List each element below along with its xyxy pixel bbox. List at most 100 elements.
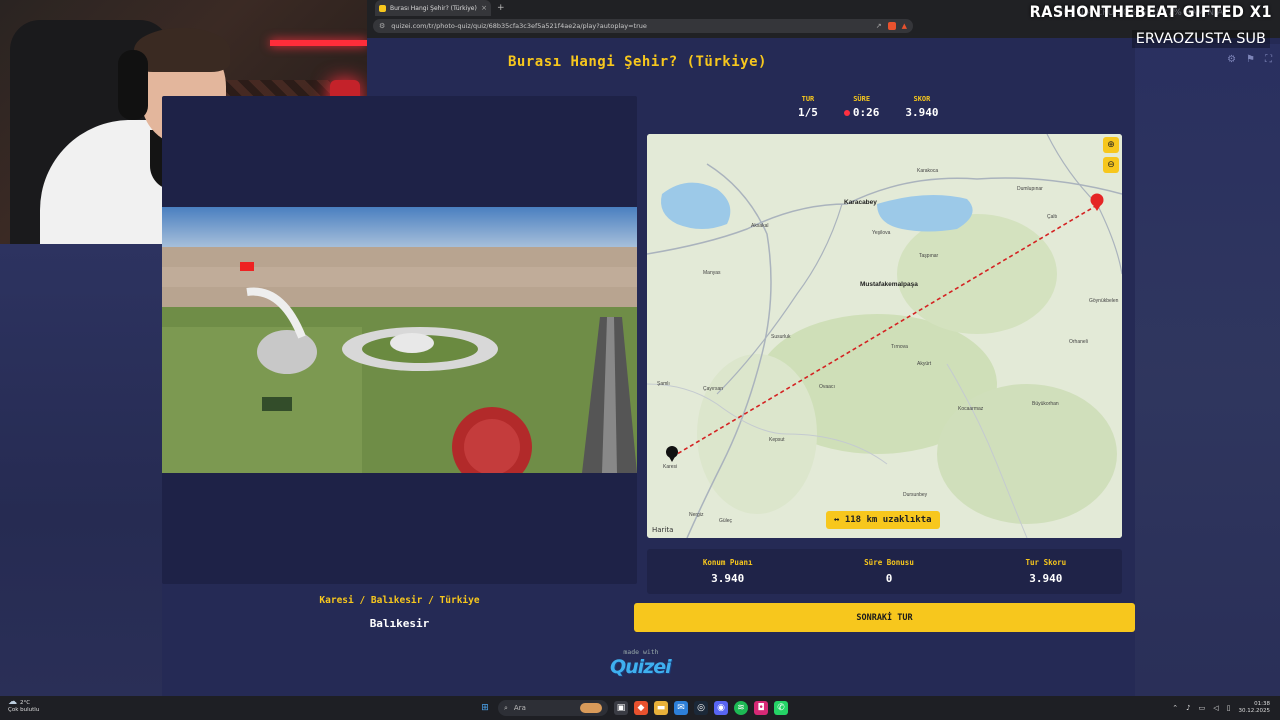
- map-label-manyas: Manyas: [703, 270, 721, 276]
- address-bar[interactable]: ⚙ quizei.com/tr/photo-quiz/quiz/68b35cfa…: [373, 19, 913, 33]
- aerial-city-image: [162, 207, 637, 473]
- file-explorer-icon[interactable]: ▬: [654, 701, 668, 715]
- brave-shield-icon[interactable]: [887, 22, 896, 30]
- score-label: Konum Puanı: [702, 558, 753, 567]
- clock-date: 30.12.2025: [1238, 708, 1271, 714]
- volume-icon[interactable]: ◁: [1213, 704, 1218, 712]
- map-label-aksakal: Aksakal: [751, 223, 769, 229]
- stat-time: SÜRE 0:26: [843, 95, 880, 119]
- stat-value: 1/5: [798, 106, 818, 119]
- share-icon[interactable]: ↗: [876, 22, 882, 30]
- toolbar-icons: ⚙ ⚑ ⛶: [1227, 54, 1272, 65]
- score-label: Süre Bonusu: [864, 558, 914, 567]
- windows-start-icon[interactable]: ⊞: [478, 701, 492, 715]
- map-canvas[interactable]: Karacabey Mustafakemalpaşa Karakoca Duml…: [647, 134, 1122, 538]
- location-breadcrumb: Karesi / Balıkesir / Türkiye: [319, 595, 480, 606]
- score-item-round: Tur Skoru 3.940: [1026, 558, 1067, 585]
- url-text[interactable]: quizei.com/tr/photo-quiz/quiz/68b35cfa3c…: [391, 22, 869, 30]
- stat-value-wrap: 1/5: [798, 106, 818, 119]
- report-flag-icon[interactable]: ⚑: [1246, 54, 1255, 65]
- timer-icon: [843, 109, 850, 116]
- new-tab-button[interactable]: +: [497, 3, 505, 13]
- stat-score: SKOR 3.940: [905, 95, 938, 119]
- map-label-buyukorhan: Büyükorhan: [1032, 401, 1059, 407]
- result-map[interactable]: Karacabey Mustafakemalpaşa Karakoca Duml…: [647, 134, 1122, 538]
- score-value: 0: [885, 572, 893, 585]
- stat-value-wrap: 3.940: [905, 106, 938, 119]
- spotify-icon[interactable]: ≋: [734, 701, 748, 715]
- distance-badge: ↔ 118 km uzaklıkta: [826, 511, 940, 529]
- map-label-ovaaci: Ovaacı: [819, 384, 835, 390]
- map-label-goynukbelen: Göynükbelen: [1089, 298, 1119, 304]
- page-title: Burası Hangi Şehir? (Türkiye): [508, 54, 767, 70]
- score-item-time-bonus: Süre Bonusu 0: [864, 558, 914, 585]
- stat-label: SÜRE: [853, 95, 871, 103]
- map-label-kepsut: Kepsut: [769, 437, 785, 443]
- battery-icon[interactable]: ▯: [1227, 704, 1231, 712]
- taskbar-search[interactable]: ⌕ Ara: [498, 700, 608, 716]
- quizei-logo[interactable]: Quizei: [610, 656, 672, 678]
- map-label-mustafakemalpasa: Mustafakemalpaşa: [860, 281, 918, 288]
- stat-value: 3.940: [905, 106, 939, 119]
- rewards-icon[interactable]: ▲: [902, 22, 907, 30]
- taskbar: ☁ 2°C Çok bulutlu ⊞ ⌕ Ara ▣ ◆ ▬ ✉ ◎ ◉ ≋ ◘…: [0, 696, 1280, 720]
- location-city: Balıkesir: [369, 617, 430, 630]
- close-tab-icon[interactable]: ×: [481, 4, 487, 12]
- streamer-hair: [134, 28, 230, 72]
- map-label-samli: Şamlı: [657, 381, 670, 387]
- stat-value: 0:26: [852, 106, 880, 119]
- clock-time: 01:38: [1254, 701, 1270, 707]
- search-placeholder: Ara: [513, 704, 526, 712]
- map-label-calti: Çaltı: [1047, 214, 1057, 220]
- mic-icon[interactable]: ♪: [1186, 704, 1190, 712]
- chevron-up-icon[interactable]: ⌃: [1172, 704, 1178, 712]
- city-photo: [162, 207, 637, 473]
- mail-icon[interactable]: ✉: [674, 701, 688, 715]
- map-label-gulec: Güleç: [719, 518, 733, 524]
- weather-widget[interactable]: ☁ 2°C Çok bulutlu: [8, 698, 39, 714]
- search-icon: ⌕: [504, 703, 508, 712]
- score-value: 3.940: [1029, 572, 1063, 585]
- fullscreen-icon[interactable]: ⛶: [1265, 54, 1272, 65]
- stat-label: TUR: [801, 95, 815, 103]
- site-info-icon[interactable]: ⚙: [379, 22, 385, 30]
- score-item-location: Konum Puanı 3.940: [703, 558, 753, 585]
- score-value: 3.940: [711, 572, 745, 585]
- led-strip: [270, 40, 367, 46]
- stream-sub-alert: ERVAOZUSTA SUB: [1131, 30, 1270, 48]
- map-label-nergiz: Nergiz: [689, 512, 704, 518]
- whatsapp-icon[interactable]: ✆: [774, 701, 788, 715]
- stat-value-wrap: 0:26: [843, 106, 880, 119]
- map-label-karesi: Karesi: [663, 464, 677, 470]
- map-label-kocaarmaz: Kocaarmaz: [958, 406, 984, 412]
- instagram-icon[interactable]: ◘: [754, 701, 768, 715]
- made-with-label: made with: [623, 648, 659, 656]
- zoom-out-icon[interactable]: ⊖: [1103, 157, 1119, 173]
- stat-label: SKOR: [913, 95, 931, 103]
- browser-tab[interactable]: Burası Hangi Şehir? (Türkiye) - Q ×: [375, 0, 491, 16]
- search-highlight-icon: [580, 703, 602, 713]
- zoom-in-icon[interactable]: ⊕: [1103, 137, 1119, 153]
- system-tray: ⌃ ♪ ▭ ◁ ▯ 01:38 30.12.2025: [1172, 701, 1270, 715]
- map-label-yesilova: Yeşilova: [872, 230, 891, 236]
- headset-icon: [118, 50, 148, 120]
- score-breakdown: Konum Puanı 3.940 Süre Bonusu 0 Tur Skor…: [647, 549, 1122, 594]
- next-round-button[interactable]: SONRAKİ TUR: [634, 603, 1135, 632]
- clock[interactable]: 01:38 30.12.2025: [1239, 701, 1271, 715]
- score-label: Tur Skoru: [1025, 558, 1067, 567]
- stream-names: RASHONTHEBEAT GIFTED X1: [1029, 2, 1272, 21]
- settings-icon[interactable]: ⚙: [1227, 54, 1236, 65]
- steam-icon[interactable]: ◎: [694, 701, 708, 715]
- task-view-icon[interactable]: ▣: [614, 701, 628, 715]
- map-label-cayirsan: Çayırsan: [703, 386, 723, 392]
- discord-icon[interactable]: ◉: [714, 701, 728, 715]
- background-left: [0, 244, 162, 696]
- brave-browser-icon[interactable]: ◆: [634, 701, 648, 715]
- map-label-dursunbey: Dursunbey: [903, 492, 928, 498]
- tab-title: Burası Hangi Şehir? (Türkiye) - Q: [390, 4, 477, 12]
- map-attribution: Harita: [652, 526, 674, 534]
- map-label-dumlupinar: Dumlupınar: [1017, 186, 1043, 192]
- map-label-taspinar: Taşpınar: [919, 253, 939, 259]
- screen: Burası Hangi Şehir? (Türkiye) - Q × + ⚙ …: [0, 0, 1280, 720]
- network-icon[interactable]: ▭: [1199, 704, 1206, 712]
